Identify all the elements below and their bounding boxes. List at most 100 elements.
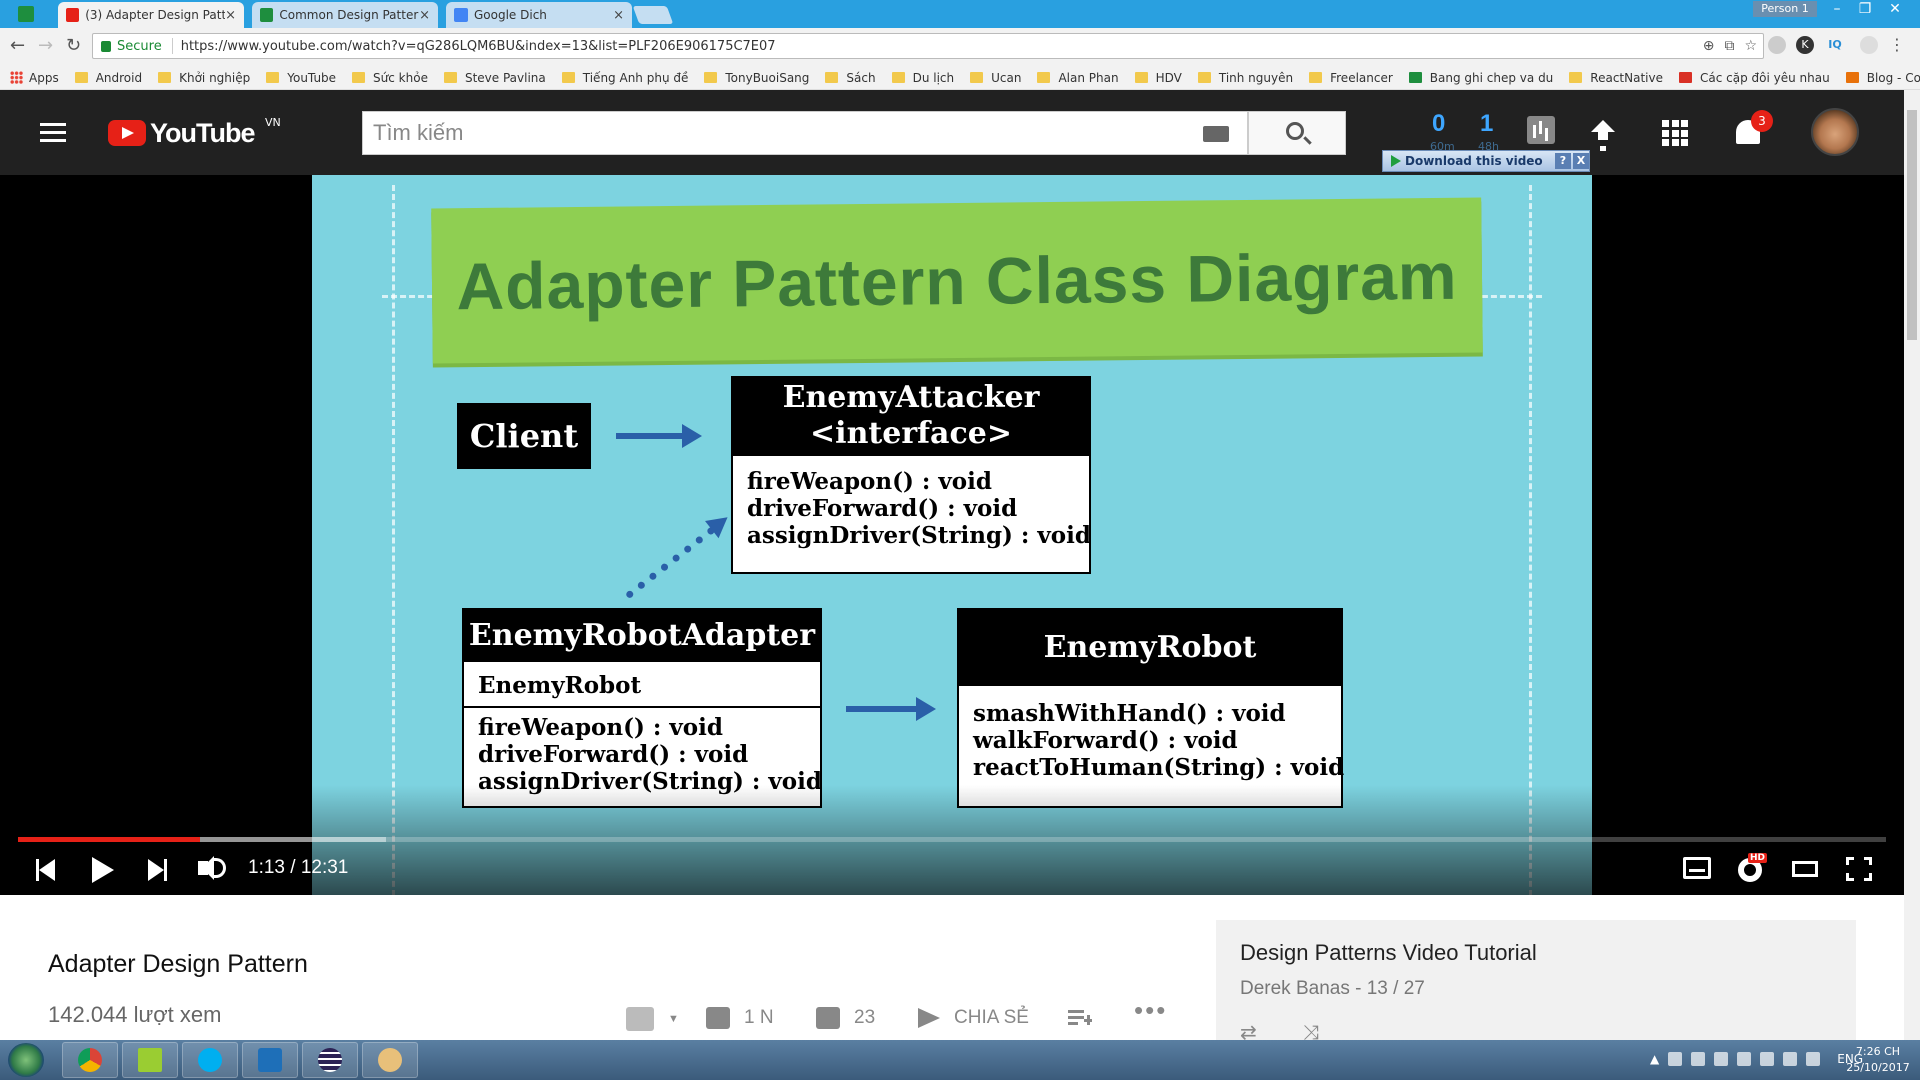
search-button[interactable] [1248,111,1346,155]
close-icon[interactable]: × [419,8,430,23]
more-actions-button[interactable]: ••• [1134,995,1167,1026]
bookmark-item[interactable]: Các cặp đôi yêu nhau [1679,71,1830,85]
taskbar-skype[interactable] [182,1042,238,1078]
upload-icon[interactable] [1591,120,1615,146]
progress-bar[interactable] [18,837,1886,842]
taskbar-vscode[interactable] [242,1042,298,1078]
bookmark-item[interactable]: YouTube [266,71,336,85]
bookmark-item[interactable]: Steve Pavlina [443,71,546,85]
clock-date: 25/10/2017 [1846,1061,1910,1074]
sheet-icon [1408,72,1422,83]
download-label[interactable]: Download this video [1405,154,1543,168]
extension-icon[interactable] [1860,36,1878,54]
help-icon[interactable]: ? [1555,153,1571,169]
bookmark-item[interactable]: Sách [825,71,876,85]
fullscreen-icon[interactable] [1846,857,1872,881]
add-to-button[interactable]: ▼ [626,1007,679,1031]
extension-k-icon[interactable]: K [1796,36,1814,54]
playlist-panel[interactable]: Design Patterns Video Tutorial Derek Ban… [1216,920,1856,1045]
bookmark-item[interactable]: Alan Phan [1037,71,1119,85]
keyboard-icon[interactable] [1203,126,1229,142]
taskbar-notepad[interactable] [122,1042,178,1078]
avatar[interactable] [1811,108,1859,156]
forward-icon[interactable]: → [38,37,53,55]
bookmark-item[interactable]: Tiếng Anh phụ đề [561,71,688,85]
bookmark-item[interactable]: Ucan [970,71,1021,85]
analytics-icon[interactable] [1527,116,1555,144]
bookmark-item[interactable]: Bang ghi chep va du [1408,71,1553,85]
tab-google-dich[interactable]: Google Dich × [446,2,632,28]
bookmark-apps[interactable]: Apps [10,71,59,85]
volume-tray-icon[interactable] [1691,1052,1706,1066]
dislike-button[interactable]: 23 [816,1007,875,1029]
system-clock[interactable]: 7:26 CH 25/10/2017 [1843,1044,1913,1076]
bookmark-item[interactable]: Sức khỏe [352,71,428,85]
bookmark-item[interactable]: Tinh nguyên [1197,71,1293,85]
reload-icon[interactable]: ↻ [66,37,81,55]
url-text[interactable]: https://www.youtube.com/watch?v=qG286LQM… [181,39,776,54]
volume-icon[interactable] [198,856,214,880]
playlist-icon [626,1007,654,1031]
download-video-bar[interactable]: Download this video ? X [1382,150,1590,172]
minimize-icon[interactable]: – [1823,0,1851,18]
flag-tray-icon[interactable] [1760,1052,1775,1066]
tab-youtube[interactable]: (3) Adapter Design Patte × [58,2,244,28]
extension-icon[interactable] [1768,36,1786,54]
subtitles-icon[interactable] [1683,857,1711,879]
youtube-logo-text[interactable]: YouTube [150,118,255,149]
video-player[interactable]: Adapter Pattern Class Diagram Client Ene… [0,175,1904,895]
close-icon[interactable]: × [613,8,624,23]
translate-icon[interactable]: ⧉ [1724,38,1734,54]
bookmark-item[interactable]: ReactNative [1569,71,1663,85]
previous-icon[interactable] [36,859,56,881]
play-icon[interactable] [92,857,114,883]
scroll-thumb[interactable] [1907,110,1917,340]
bookmark-item[interactable]: Blog - CompleteDigit [1845,71,1920,85]
theater-mode-icon[interactable] [1792,861,1818,877]
extension-iq-icon[interactable]: IQ [1826,36,1844,54]
share-button[interactable]: CHIA SẺ [918,1007,1029,1029]
bookmark-item[interactable]: Freelancer [1309,71,1393,85]
search-input[interactable]: Tìm kiếm [362,111,1248,155]
bookmark-item[interactable]: Khởi nghiệp [158,71,250,85]
back-icon[interactable]: ← [10,37,25,55]
bookmark-item[interactable]: Du lịch [891,71,954,85]
show-hidden-icons[interactable]: ▲ [1650,1052,1659,1066]
close-window-icon[interactable]: ✕ [1881,0,1909,18]
new-tab-button[interactable] [632,6,674,24]
page-scrollbar[interactable] [1904,90,1920,1040]
next-icon[interactable] [148,859,168,881]
profile-button[interactable]: Person 1 [1753,1,1817,17]
close-icon[interactable]: X [1573,153,1589,169]
maximize-icon[interactable]: ❐ [1851,0,1879,18]
keyboard-tray-icon[interactable] [1783,1052,1798,1066]
display-tray-icon[interactable] [1737,1052,1752,1066]
bookmark-item[interactable]: HDV [1134,71,1182,85]
zoom-icon[interactable]: ⊕ [1703,38,1715,54]
start-button[interactable] [8,1043,44,1077]
taskbar-chrome[interactable] [62,1042,118,1078]
network-tray-icon[interactable] [1714,1052,1729,1066]
add-to-playlist-button[interactable] [1068,1007,1092,1027]
stat-counter-1[interactable]: 0 [1432,110,1445,138]
taskbar-paint[interactable] [362,1042,418,1078]
association-arrow [846,697,936,721]
apps-grid-icon[interactable] [1662,120,1688,146]
address-bar[interactable]: Secure https://www.youtube.com/watch?v=q… [92,33,1764,59]
youtube-logo-icon[interactable] [108,120,146,146]
menu-kebab-icon[interactable]: ⋮ [1888,36,1906,54]
folder-icon [352,72,366,83]
like-button[interactable]: 1 N [706,1007,774,1029]
hamburger-menu-icon[interactable] [40,123,66,143]
tray-app-icon[interactable] [1668,1052,1683,1066]
tab-common-design-pattern[interactable]: Common Design Pattern × [252,2,438,28]
taskbar-eclipse[interactable] [302,1042,358,1078]
close-icon[interactable]: × [225,8,236,23]
bookmark-star-icon[interactable]: ☆ [1744,38,1757,54]
playlist-title[interactable]: Design Patterns Video Tutorial [1240,940,1537,966]
sheets-app-icon[interactable] [18,6,34,22]
bookmark-item[interactable]: Android [74,71,142,85]
tray-app-icon[interactable] [1806,1052,1821,1066]
bookmark-item[interactable]: TonyBuoiSang [704,71,809,85]
stat-counter-2[interactable]: 1 [1480,110,1493,138]
